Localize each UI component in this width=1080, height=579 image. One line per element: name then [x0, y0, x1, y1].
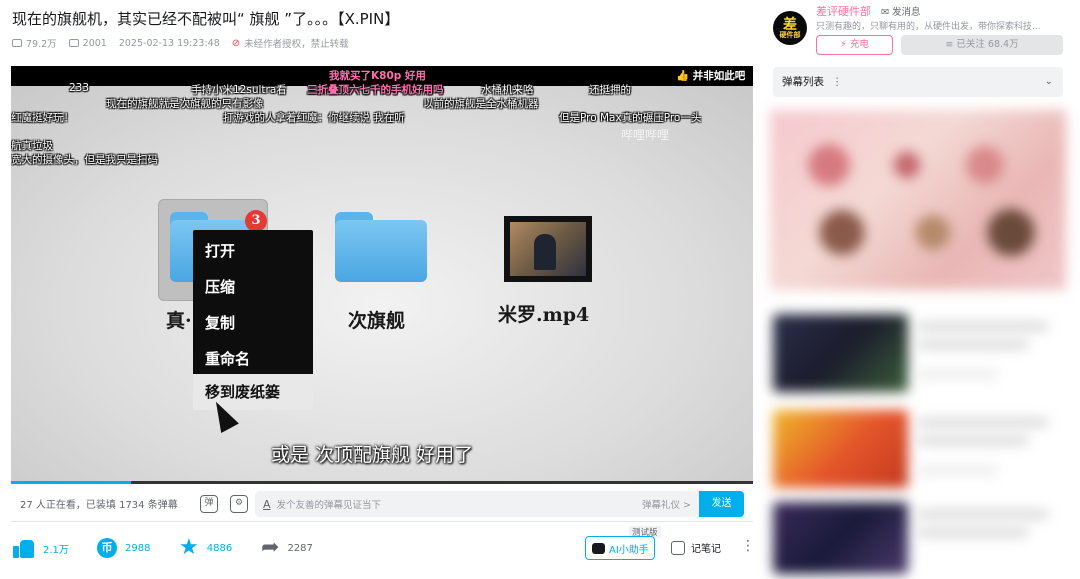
like-button[interactable]: 2.1万 — [13, 538, 69, 558]
notes-button[interactable]: 记笔记 — [671, 540, 721, 555]
recommended-video-thumbnail[interactable] — [773, 502, 908, 574]
danmaku-item: 233 — [69, 82, 90, 94]
menu-item-rename: 重命名 — [205, 350, 251, 368]
danmaku-count-icon — [68, 39, 79, 47]
video-subtitle: 或是 次顶配旗舰 好用了 — [271, 444, 474, 466]
danmaku-item: 打游戏的人拿着红魔：你继续说 我在听 — [223, 112, 405, 124]
file-label-1: 真· — [166, 310, 192, 332]
context-menu: 打开 压缩 复制 重命名 — [193, 230, 313, 382]
danmaku-item: 航真垃圾 — [11, 140, 53, 152]
video-file-thumbnail — [504, 216, 592, 282]
view-count: 79.2万 — [12, 36, 57, 50]
more-dots-icon[interactable]: ⋮ — [832, 76, 843, 88]
danmaku-bar: 27 人正在看，已装填 1734 条弹幕 弹 ⚙ A 发个友善的弹幕见证当下 弹… — [11, 486, 753, 522]
file-label-2: 次旗舰 — [348, 310, 406, 332]
recommended-video-title[interactable] — [918, 340, 1028, 349]
file-label-3: 米罗.mp4 — [498, 304, 590, 326]
copyright-note: ⊘ 未经作者授权，禁止转载 — [231, 37, 349, 51]
send-button[interactable]: 发送 — [699, 491, 744, 517]
avatar[interactable]: 差 硬件部 — [773, 11, 807, 45]
ai-assistant-button[interactable]: AI小助手 — [585, 536, 655, 560]
lightning-icon: ⚡ — [840, 39, 847, 50]
folder-icon — [335, 212, 427, 282]
danmaku-item: 我就买了K80p 好用 — [329, 70, 426, 82]
danmaku-list-toggle[interactable]: 弹幕列表 ⋮ ⌄ — [773, 67, 1063, 97]
danmaku-toggle-icon[interactable]: 弹 — [200, 494, 218, 513]
uploader-name[interactable]: 差评硬件部 — [816, 3, 871, 19]
recommended-video-title[interactable] — [918, 510, 1048, 519]
menu-item-open: 打开 — [205, 242, 236, 260]
charge-button[interactable]: ⚡ 充电 — [816, 35, 893, 55]
danmaku-item: 还挺押的 — [589, 84, 631, 96]
bilibili-watermark: 哔哩哔哩 — [621, 128, 670, 142]
chevron-down-icon: ⌄ — [1044, 76, 1053, 87]
recommended-video-meta — [918, 370, 998, 379]
danmaku-item: 但是Pro Max真的碾压Pro一头 — [559, 112, 702, 124]
danmaku-item: 现在的旗舰就是次旗舰的只有影像 — [106, 98, 264, 110]
danmaku-item: 三折叠顶六七千的手机好用吗 — [307, 84, 444, 96]
danmaku-etiquette-link[interactable]: 弹幕礼仪 > — [642, 497, 691, 511]
send-message-link[interactable]: ✉ 发消息 — [881, 4, 921, 18]
text-style-icon[interactable]: A — [263, 498, 271, 511]
video-title: 现在的旗舰机，其实已经不配被叫“ 旗舰 ”了。。。【X.PIN】 — [12, 10, 400, 28]
menu-lines-icon: ≡ — [945, 39, 954, 50]
coin-icon: 币 — [97, 538, 117, 558]
video-meta: 79.2万 2001 2025-02-13 19:23:48 ⊘ 未经作者授权，禁… — [12, 36, 349, 50]
share-arrow-icon: ➦ — [261, 535, 280, 560]
danmaku-item: 👍 并非如此吧 — [676, 70, 746, 82]
note-icon — [671, 540, 685, 555]
recommended-video-thumbnail[interactable] — [773, 314, 908, 392]
forbidden-icon: ⊘ — [231, 37, 241, 49]
follow-button[interactable]: ≡ 已关注 68.4万 — [901, 35, 1063, 55]
danmaku-item: 水桶机来咯 — [481, 84, 534, 96]
progress-bar[interactable] — [11, 481, 753, 484]
play-count-icon — [12, 39, 22, 47]
menu-item-compress: 压缩 — [205, 278, 236, 296]
danmaku-input[interactable]: A 发个友善的弹幕见证当下 弹幕礼仪 > — [255, 491, 699, 517]
danmaku-item: 以前的旗舰是全水桶机器 — [423, 98, 539, 110]
recommended-video-meta — [918, 466, 998, 475]
recommended-video-title[interactable] — [918, 436, 1028, 445]
mail-icon: ✉ — [881, 7, 889, 18]
recommended-video-title[interactable] — [918, 418, 1048, 427]
danmaku-count: 2001 — [68, 38, 107, 49]
recommended-video-title[interactable] — [918, 528, 1028, 537]
coin-button[interactable]: 币 2988 — [97, 538, 150, 558]
video-player[interactable]: 3 真· 次旗舰 米罗.mp4 打开 压缩 复制 重命名 移到废纸篓 哔哩哔哩 … — [11, 66, 753, 484]
danmaku-item: 手持小米12sultra看 — [191, 84, 287, 96]
ad-banner-art — [790, 120, 1050, 270]
danmaku-item: 红魔挺好玩！ — [11, 112, 74, 124]
more-options-icon[interactable]: ⋮ — [741, 538, 755, 554]
danmaku-settings-icon[interactable]: ⚙ — [230, 494, 248, 513]
recommended-video-thumbnail[interactable] — [773, 410, 908, 488]
thumbs-up-icon — [13, 538, 35, 558]
favorite-button[interactable]: ★ 4886 — [179, 535, 232, 560]
video-frame[interactable]: 3 真· 次旗舰 米罗.mp4 打开 压缩 复制 重命名 移到废纸篓 哔哩哔哩 … — [11, 86, 753, 484]
danmaku-item: 宽大的摄像头，但是我只是扫码 — [11, 154, 158, 166]
menu-item-copy: 复制 — [205, 314, 236, 332]
share-button[interactable]: ➦ 2287 — [261, 535, 313, 560]
robot-icon — [592, 542, 605, 554]
viewer-status: 27 人正在看，已装填 1734 条弹幕 — [20, 500, 178, 511]
star-icon: ★ — [179, 535, 199, 560]
publish-date: 2025-02-13 19:23:48 — [118, 37, 220, 49]
video-actions: 2.1万 币 2988 ★ 4886 ➦ 2287 测试版 AI小助手 记笔记 … — [11, 526, 755, 570]
recommended-video-title[interactable] — [918, 322, 1048, 331]
uploader-description: 只测有趣的，只聊有用的，从硬件出发，带你探索科技... — [816, 22, 1041, 32]
notification-badge: 3 — [245, 210, 267, 232]
danmaku-placeholder: 发个友善的弹幕见证当下 — [276, 500, 382, 511]
